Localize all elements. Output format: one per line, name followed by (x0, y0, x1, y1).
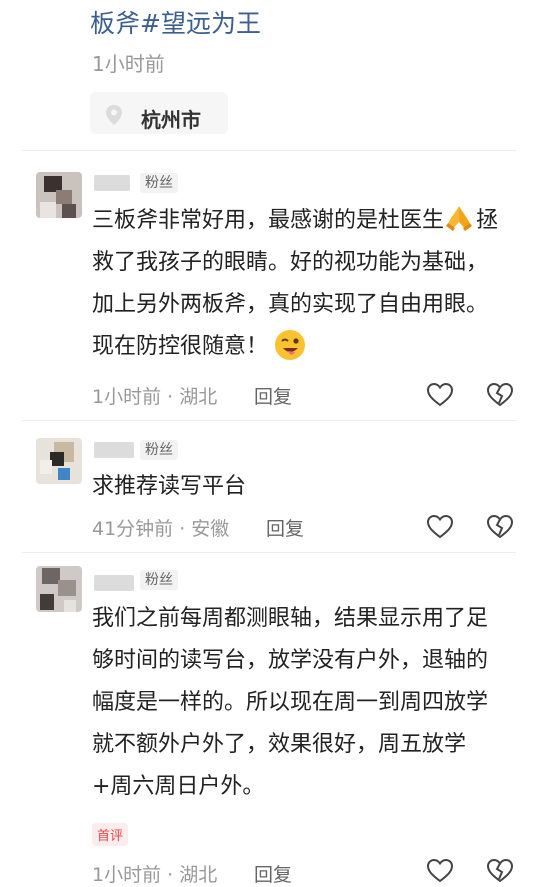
username-redacted[interactable] (94, 575, 134, 591)
username-redacted[interactable] (94, 442, 134, 458)
post-hashtag-link[interactable]: 板斧#望远为王 (90, 4, 261, 40)
reply-button[interactable]: 回复 (266, 514, 304, 541)
divider (22, 150, 516, 151)
broken-heart-icon[interactable] (486, 857, 514, 885)
location-label: 杭州市 (141, 108, 201, 132)
heart-icon[interactable] (426, 513, 454, 541)
avatar[interactable] (36, 438, 82, 484)
comment-text-part1: 三板斧非常好用，最感谢的是杜医生 (92, 208, 445, 233)
broken-heart-icon[interactable] (486, 381, 514, 409)
divider (22, 552, 516, 553)
comment-meta: 1小时前 · 湖北 (92, 864, 218, 886)
comment-text: 我们之前每周都测眼轴，结果显示用了足够时间的读写台，放学没有户外，退轴的幅度是一… (92, 606, 489, 799)
divider (22, 420, 516, 421)
reply-button[interactable]: 回复 (254, 860, 292, 887)
praying-hands-emoji (446, 206, 473, 231)
heart-icon[interactable] (426, 381, 454, 409)
username-redacted[interactable] (94, 175, 130, 191)
location-pin-icon (106, 105, 122, 125)
fan-badge: 粉丝 (140, 173, 178, 193)
comment-text: 求推荐读写平台 (92, 474, 247, 499)
heart-icon[interactable] (426, 857, 454, 885)
avatar[interactable] (36, 566, 82, 612)
comment-text: 三板斧非常好用，最感谢的是杜医生 拯救了我孩子的眼睛。好的视功能为基础，加上另外… (92, 200, 502, 368)
first-comment-badge: 首评 (92, 823, 129, 846)
fan-badge: 粉丝 (140, 570, 178, 590)
winking-face-emoji (275, 330, 306, 360)
avatar[interactable] (36, 172, 82, 218)
fan-badge: 粉丝 (140, 440, 178, 460)
post-time: 1小时前 (92, 52, 165, 76)
broken-heart-icon[interactable] (486, 513, 514, 541)
reply-button[interactable]: 回复 (254, 382, 292, 409)
comment-meta: 41分钟前 · 安徽 (92, 518, 230, 540)
comment-meta: 1小时前 · 湖北 (92, 386, 218, 408)
